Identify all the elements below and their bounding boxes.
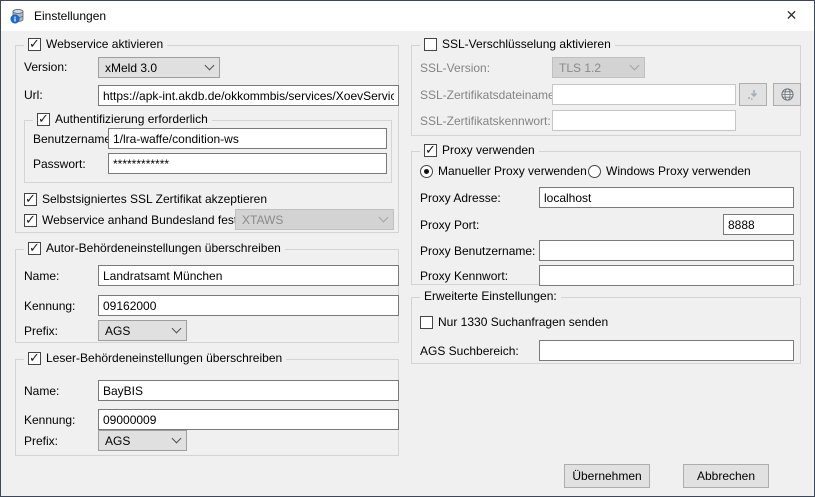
- ssl-cert-file-label: SSL-Zertifikatsdateiname:: [420, 88, 558, 102]
- bundesland-checkbox[interactable]: [24, 214, 37, 227]
- url-input[interactable]: [98, 85, 399, 106]
- version-value: xMeld 3.0: [105, 61, 206, 75]
- leser-prefix-label: Prefix:: [24, 434, 58, 448]
- advanced-group-label: Erweiterte Einstellungen:: [424, 289, 557, 303]
- certificate-globe-button[interactable]: [773, 83, 801, 106]
- proxy-group-label[interactable]: Proxy verwenden: [442, 143, 535, 157]
- bundesland-select: XTAWS: [235, 209, 394, 230]
- bundesland-label[interactable]: Webservice anhand Bundesland festlegen: [42, 213, 267, 227]
- auth-group-label[interactable]: Authentifizierung erforderlich: [55, 112, 208, 126]
- proxy-password-input[interactable]: [539, 265, 794, 286]
- import-arrow-icon: [746, 88, 760, 102]
- chevron-down-icon: [379, 213, 389, 223]
- password-input[interactable]: [108, 153, 387, 174]
- username-input[interactable]: [108, 128, 387, 149]
- ssl-cert-password-label: SSL-Zertifikatskennwort:: [420, 114, 551, 128]
- advanced-group: Erweiterte Einstellungen: Nur 1330 Sucha…: [411, 297, 801, 364]
- autor-name-label: Name:: [24, 269, 59, 283]
- nur-1330-label[interactable]: Nur 1330 Suchanfragen senden: [438, 315, 608, 329]
- ssl-group: SSL-Verschlüsselung aktivieren SSL-Versi…: [411, 45, 801, 136]
- windows-proxy-radio[interactable]: [588, 165, 601, 178]
- autor-override-checkbox[interactable]: [28, 242, 41, 255]
- cancel-button[interactable]: Abbrechen: [683, 464, 769, 488]
- proxy-port-input[interactable]: [723, 214, 794, 235]
- ssl-version-label: SSL-Version:: [420, 61, 490, 75]
- version-label: Version:: [24, 60, 67, 74]
- ssl-version-value: TLS 1.2: [559, 61, 631, 75]
- leser-prefix-value: AGS: [105, 434, 173, 448]
- autor-group-label[interactable]: Autor-Behördeneinstellungen überschreibe…: [46, 241, 281, 255]
- auth-group: Authentifizierung erforderlich Benutzern…: [24, 120, 392, 183]
- autor-prefix-value: AGS: [105, 324, 173, 338]
- proxy-group: Proxy verwenden Manueller Proxy verwende…: [411, 151, 801, 285]
- autor-prefix-label: Prefix:: [24, 324, 58, 338]
- autor-group: Autor-Behördeneinstellungen überschreibe…: [15, 249, 399, 343]
- leser-prefix-select[interactable]: AGS: [98, 430, 187, 451]
- chevron-down-icon: [172, 434, 182, 444]
- app-icon: [10, 8, 26, 24]
- chevron-down-icon: [172, 324, 182, 334]
- proxy-username-input[interactable]: [539, 240, 794, 261]
- leser-group-label[interactable]: Leser-Behördeneinstellungen überschreibe…: [46, 351, 282, 365]
- close-button[interactable]: ✕: [769, 1, 814, 30]
- webservice-enabled-checkbox[interactable]: [28, 38, 41, 51]
- self-signed-checkbox[interactable]: [24, 193, 37, 206]
- version-select[interactable]: xMeld 3.0: [98, 57, 220, 78]
- bundesland-value: XTAWS: [242, 213, 380, 227]
- proxy-username-label: Proxy Benutzername:: [420, 244, 535, 258]
- titlebar: Einstellungen ✕: [1, 1, 814, 31]
- self-signed-label[interactable]: Selbstsigniertes SSL Zertifikat akzeptie…: [42, 192, 267, 206]
- proxy-address-input[interactable]: [539, 187, 794, 208]
- nur-1330-checkbox[interactable]: [420, 316, 433, 329]
- ssl-enabled-checkbox[interactable]: [424, 38, 437, 51]
- ssl-group-label[interactable]: SSL-Verschlüsselung aktivieren: [442, 37, 611, 51]
- leser-kennung-input[interactable]: [98, 409, 399, 430]
- leser-name-input[interactable]: [98, 380, 399, 401]
- leser-name-label: Name:: [24, 384, 59, 398]
- manual-proxy-label[interactable]: Manueller Proxy verwenden: [438, 164, 587, 178]
- ssl-cert-file-input: [552, 84, 736, 105]
- browse-certificate-button: [739, 83, 767, 106]
- ags-suchbereich-input[interactable]: [539, 340, 794, 361]
- windows-proxy-label[interactable]: Windows Proxy verwenden: [606, 164, 751, 178]
- proxy-port-label: Proxy Port:: [420, 218, 479, 232]
- password-label: Passwort:: [33, 157, 86, 171]
- webservice-group: Webservice aktivieren Version: xMeld 3.0…: [15, 45, 399, 233]
- autor-name-input[interactable]: [98, 265, 399, 286]
- autor-kennung-label: Kennung:: [24, 299, 75, 313]
- auth-required-checkbox[interactable]: [37, 113, 50, 126]
- autor-prefix-select[interactable]: AGS: [98, 320, 187, 341]
- ssl-version-select: TLS 1.2: [552, 57, 645, 78]
- proxy-password-label: Proxy Kennwort:: [420, 269, 508, 283]
- leser-group: Leser-Behördeneinstellungen überschreibe…: [15, 359, 399, 456]
- leser-override-checkbox[interactable]: [28, 352, 41, 365]
- manual-proxy-radio[interactable]: [420, 165, 433, 178]
- url-label: Url:: [24, 88, 43, 102]
- ssl-cert-password-input: [552, 110, 736, 131]
- ags-suchbereich-label: AGS Suchbereich:: [420, 344, 519, 358]
- settings-dialog: Einstellungen ✕ Webservice aktivieren Ve…: [0, 0, 815, 497]
- proxy-enabled-checkbox[interactable]: [424, 144, 437, 157]
- username-label: Benutzername:: [33, 132, 114, 146]
- globe-icon: [780, 87, 795, 102]
- leser-kennung-label: Kennung:: [24, 413, 75, 427]
- proxy-address-label: Proxy Adresse:: [420, 191, 501, 205]
- chevron-down-icon: [205, 61, 215, 71]
- window-title: Einstellungen: [34, 9, 106, 23]
- apply-button[interactable]: Übernehmen: [564, 464, 650, 488]
- chevron-down-icon: [630, 61, 640, 71]
- webservice-group-label[interactable]: Webservice aktivieren: [46, 37, 163, 51]
- autor-kennung-input[interactable]: [98, 295, 399, 316]
